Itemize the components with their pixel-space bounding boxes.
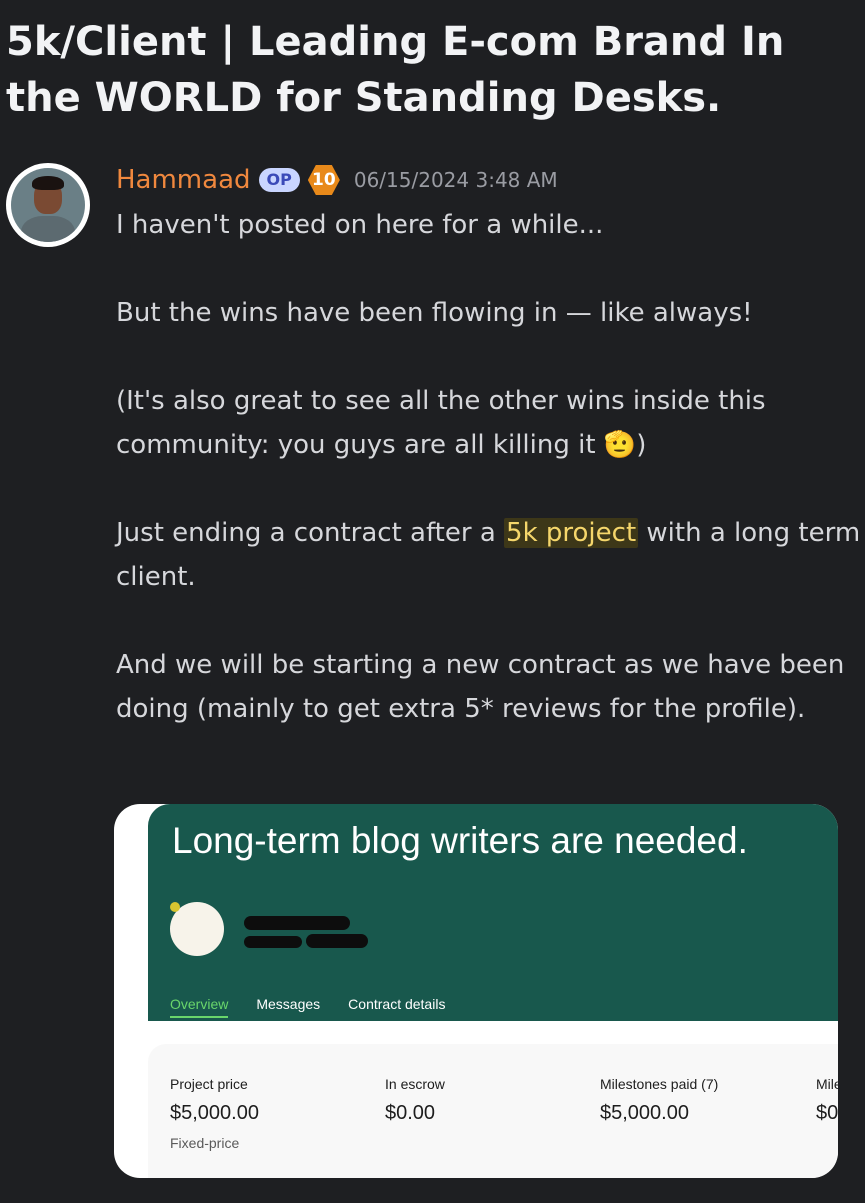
tab-contract-details[interactable]: Contract details	[348, 996, 445, 1018]
message-paragraph: And we will be starting a new contract a…	[116, 650, 845, 724]
level-value: 10	[307, 164, 340, 196]
online-status-dot	[170, 902, 180, 912]
avatar-photo	[11, 168, 85, 242]
tab-messages[interactable]: Messages	[256, 996, 320, 1018]
stat-label: Project price	[170, 1076, 248, 1092]
message-paragraph: But the wins have been flowing in — like…	[116, 298, 753, 328]
stat-label: In escrow	[385, 1076, 445, 1092]
stat-value: $0.00	[385, 1102, 436, 1124]
stat-value: $0	[816, 1102, 838, 1124]
message-meta: Hammaad OP 10 06/15/2024 3:48 AM	[116, 160, 558, 200]
post-title: 5k/Client | Leading E-com Brand In the W…	[6, 19, 785, 121]
op-badge: OP	[258, 168, 300, 192]
stat-project-price: Project price $5,000.00 Fixed-price	[170, 1076, 259, 1151]
contract-tabs: Overview Messages Contract details	[170, 996, 445, 1018]
saluting-emoji-icon: 🫡	[603, 430, 637, 460]
stat-label: Mile	[816, 1076, 838, 1092]
level-badge: 10	[307, 164, 340, 196]
author-avatar[interactable]	[6, 163, 90, 247]
message-paragraph: I haven't posted on here for a while...	[116, 210, 604, 240]
embedded-screenshot[interactable]: Long-term blog writers are needed. Overv…	[114, 804, 838, 1178]
highlighted-text: 5k project	[504, 518, 639, 548]
stat-sub: Fixed-price	[170, 1135, 240, 1151]
message-text: )	[636, 430, 647, 460]
stat-value: $5,000.00	[600, 1102, 689, 1124]
tab-overview[interactable]: Overview	[170, 996, 229, 1018]
redacted-name-bar	[306, 934, 368, 948]
author-name[interactable]: Hammaad	[116, 165, 251, 195]
stat-label: Milestones paid (7)	[600, 1076, 719, 1092]
contract-stats: Project price $5,000.00 Fixed-price In e…	[148, 1044, 838, 1178]
redacted-name-bar	[244, 916, 350, 930]
message-timestamp: 06/15/2024 3:48 AM	[353, 168, 558, 192]
stat-in-escrow: In escrow $0.00	[385, 1076, 445, 1125]
stat-milestones-paid: Milestones paid (7) $5,000.00	[600, 1076, 718, 1125]
message-paragraph: (It's also great to see all the other wi…	[116, 379, 861, 467]
message-paragraph: Just ending a contract after a 5k projec…	[116, 511, 861, 599]
message-text: Just ending a contract after a	[116, 518, 505, 548]
job-title: Long-term blog writers are needed.	[172, 820, 748, 861]
stat-milestones-cut: Mile $0	[816, 1076, 838, 1125]
job-header: Long-term blog writers are needed. Overv…	[148, 804, 838, 1021]
redacted-name-bar	[244, 936, 302, 948]
message-body: I haven't posted on here for a while... …	[116, 203, 861, 775]
message-text: (It's also great to see all the other wi…	[116, 386, 766, 460]
stat-value: $5,000.00	[170, 1102, 259, 1124]
